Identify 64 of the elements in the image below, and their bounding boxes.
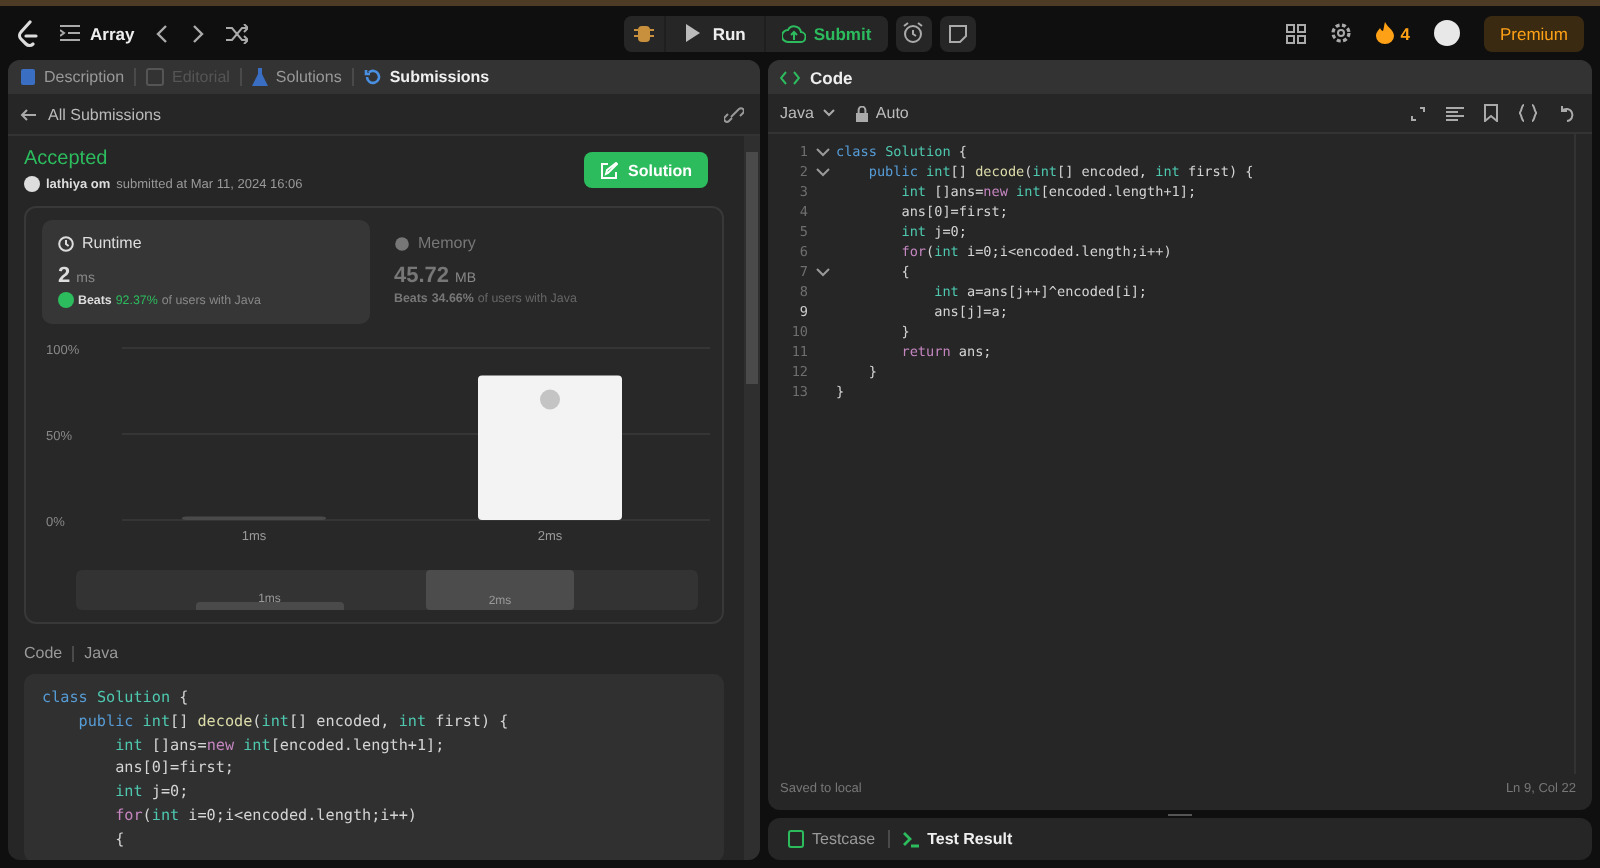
submit-button[interactable]: Submit: [765, 15, 888, 51]
chip-icon: [394, 235, 410, 251]
code-icon: [780, 69, 800, 85]
streak-count: 4: [1400, 23, 1410, 43]
list-icon: [60, 24, 80, 42]
debug-button[interactable]: [624, 15, 665, 51]
expand-icon[interactable]: [1410, 105, 1426, 121]
problem-list-button[interactable]: Array: [60, 23, 135, 43]
code-label: Code: [24, 644, 63, 662]
grid-icon[interactable]: [1286, 23, 1307, 43]
stat-value: 45.72: [394, 264, 450, 288]
chevron-down-icon: [821, 108, 836, 118]
panel-tab[interactable]: Test Result: [901, 830, 1013, 848]
play-icon: [684, 24, 701, 42]
language-label: Java: [84, 644, 119, 662]
terminal-icon: [901, 830, 920, 848]
next-icon[interactable]: [190, 23, 207, 43]
status-text: Accepted: [24, 148, 110, 170]
panel-tab[interactable]: Solutions: [251, 68, 342, 86]
checkbox-icon: [788, 830, 804, 848]
fold-chevron-icon[interactable]: [815, 267, 829, 277]
run-button[interactable]: Run: [666, 15, 764, 51]
flask-icon: [251, 68, 268, 86]
panel-tab[interactable]: Submissions: [363, 68, 490, 86]
scrollbar[interactable]: [744, 136, 760, 860]
bookmark-icon[interactable]: [1484, 104, 1498, 122]
panel-tab[interactable]: Description: [20, 68, 125, 86]
cloud-upload-icon: [781, 23, 806, 43]
clock-icon: [58, 235, 74, 251]
beats-badge-icon: [58, 292, 74, 308]
format-icon[interactable]: [1446, 105, 1464, 121]
fold-chevron-icon[interactable]: [815, 147, 829, 157]
undo-icon[interactable]: [1558, 104, 1576, 122]
stat-title: Memory: [418, 234, 476, 252]
alarm-clock-icon: [902, 22, 925, 44]
bug-icon: [634, 22, 655, 44]
shuffle-icon[interactable]: [226, 23, 249, 43]
settings-icon[interactable]: [1330, 22, 1353, 44]
panel-tab[interactable]: Testcase: [788, 830, 876, 848]
logo-icon[interactable]: [16, 19, 40, 47]
document-icon: [20, 68, 36, 86]
timer-button[interactable]: [895, 15, 932, 51]
auto-mode-button[interactable]: Auto: [855, 104, 909, 122]
user-avatar-icon: [540, 389, 560, 410]
all-submissions-link[interactable]: All Submissions: [20, 105, 161, 123]
notes-button[interactable]: [939, 15, 976, 51]
link-icon[interactable]: [724, 105, 744, 123]
user-avatar-icon: [24, 176, 40, 192]
braces-icon[interactable]: [1518, 104, 1538, 122]
language-dropdown[interactable]: Java: [780, 104, 836, 122]
history-icon: [363, 68, 382, 86]
note-icon: [947, 23, 968, 43]
fold-chevron-icon[interactable]: [815, 167, 829, 177]
previous-icon[interactable]: [154, 23, 171, 43]
avatar-icon[interactable]: [1433, 20, 1460, 46]
edit-icon: [600, 161, 618, 179]
book-icon: [146, 68, 165, 86]
back-arrow-icon: [20, 107, 36, 121]
flame-icon[interactable]: [1376, 22, 1395, 44]
premium-button[interactable]: Premium: [1483, 15, 1584, 51]
lock-icon: [855, 105, 868, 121]
panel-title: Code: [810, 67, 853, 87]
stat-title: Runtime: [82, 234, 142, 252]
stat-value: 2: [58, 264, 71, 288]
